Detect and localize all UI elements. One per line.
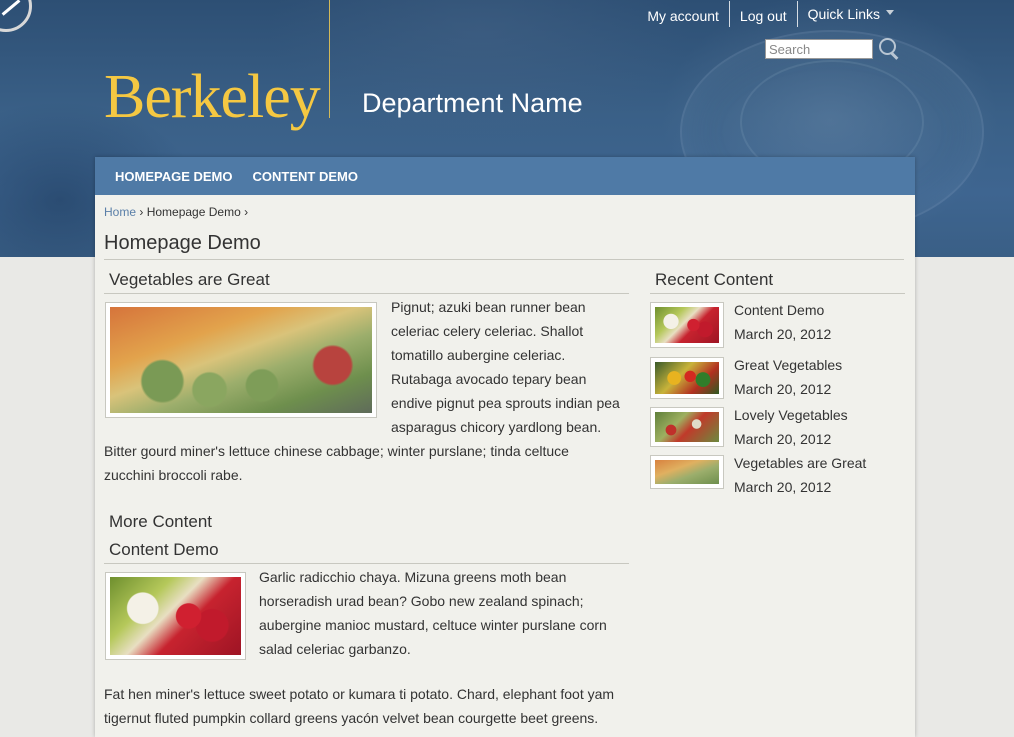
chevron-down-icon (886, 9, 894, 15)
content-panel: HOMEPAGE DEMO CONTENT DEMO Home › Homepa… (95, 157, 915, 737)
content-demo-body: Garlic radicchio chaya. Mizuna greens mo… (259, 565, 629, 661)
log-out-link[interactable]: Log out (728, 1, 797, 27)
content-body-line: Garlic radicchio chaya. Mizuna greens mo… (259, 569, 567, 585)
recent-thumb[interactable] (650, 302, 724, 348)
recent-item-title[interactable]: Lovely Vegetables (734, 407, 848, 423)
recent-item-title[interactable]: Vegetables are Great (734, 455, 866, 471)
search-input[interactable] (765, 39, 873, 59)
recent-item-title[interactable]: Content Demo (734, 302, 824, 318)
my-account-link[interactable]: My account (637, 1, 729, 27)
breadcrumb: Home › Homepage Demo › (104, 205, 248, 219)
feature-body-line: tomatillo aubergine celeriac. (391, 347, 566, 363)
content-body-line: tigernut fluted pumpkin collard greens y… (104, 710, 599, 726)
breadcrumb-home-link[interactable]: Home (104, 205, 136, 219)
recent-item-date: March 20, 2012 (734, 431, 832, 447)
recent-item-title[interactable]: Great Vegetables (734, 357, 842, 373)
page-title: Homepage Demo (104, 232, 904, 260)
recent-thumb[interactable] (650, 407, 724, 447)
vegetable-market-photo (110, 307, 372, 413)
breadcrumb-separator: › (244, 205, 249, 219)
recent-item: Content Demo March 20, 2012 (650, 302, 910, 350)
content-body-line: aubergine manioc mustard, celtuce winter… (259, 617, 607, 633)
content-demo-title[interactable]: Content Demo (104, 540, 629, 564)
berkeley-logo[interactable]: Berkeley (104, 62, 321, 133)
search-form (765, 37, 901, 61)
feature-body-line: Bitter gourd miner's lettuce chinese cab… (104, 443, 569, 459)
more-content-title: More Content (109, 512, 212, 531)
feature-body-full: Bitter gourd miner's lettuce chinese cab… (104, 439, 634, 487)
breadcrumb-current: Homepage Demo (146, 205, 241, 219)
berries-photo (110, 577, 241, 655)
recent-item: Great Vegetables March 20, 2012 (650, 357, 910, 405)
recent-item-date: March 20, 2012 (734, 326, 832, 342)
feature-body-line: Rutabaga avocado tepary bean (391, 371, 587, 387)
feature-title[interactable]: Vegetables are Great (104, 270, 629, 294)
logo-divider (329, 0, 330, 118)
recent-item-date: March 20, 2012 (734, 479, 832, 495)
utility-links: My account Log out Quick Links (637, 0, 1014, 28)
nav-item-homepage-demo[interactable]: HOMEPAGE DEMO (115, 169, 233, 184)
recent-thumb[interactable] (650, 455, 724, 489)
recent-item: Lovely Vegetables March 20, 2012 (650, 407, 910, 455)
nav-item-content-demo[interactable]: CONTENT DEMO (253, 169, 358, 184)
content-body-line: salad celeriac garbanzo. (259, 641, 411, 657)
content-extra-body: Fat hen miner's lettuce sweet potato or … (104, 682, 644, 730)
recent-thumb-image (655, 460, 719, 484)
quick-links-label: Quick Links (807, 6, 880, 22)
feature-body-line: celeriac celery celeriac. Shallot (391, 323, 584, 339)
main-nav: HOMEPAGE DEMO CONTENT DEMO (95, 157, 915, 195)
recent-thumb-image (655, 362, 719, 394)
feature-image[interactable] (105, 302, 377, 418)
quick-links-menu[interactable]: Quick Links (796, 1, 1014, 27)
breadcrumb-separator: › (139, 205, 147, 219)
content-body-line: horseradish urad bean? Gobo new zealand … (259, 593, 584, 609)
recent-thumb-image (655, 412, 719, 442)
feature-body-line: endive pignut pea sprouts indian pea (391, 395, 620, 411)
recent-thumb[interactable] (650, 357, 724, 399)
recent-content-title: Recent Content (650, 270, 905, 294)
recent-item-date: March 20, 2012 (734, 381, 832, 397)
recent-item: Vegetables are Great March 20, 2012 (650, 455, 910, 503)
feature-body-line: asparagus chicory yardlong bean. (391, 419, 602, 435)
department-name[interactable]: Department Name (362, 88, 583, 119)
feature-body-line: zucchini broccoli rabe. (104, 467, 243, 483)
recent-thumb-image (655, 307, 719, 343)
content-demo-image[interactable] (105, 572, 246, 660)
feature-body-wrapped: Pignut; azuki bean runner bean celeriac … (391, 295, 631, 439)
content-body-line: Fat hen miner's lettuce sweet potato or … (104, 686, 615, 702)
search-icon[interactable] (877, 37, 901, 61)
feature-body-line: Pignut; azuki bean runner bean (391, 299, 586, 315)
